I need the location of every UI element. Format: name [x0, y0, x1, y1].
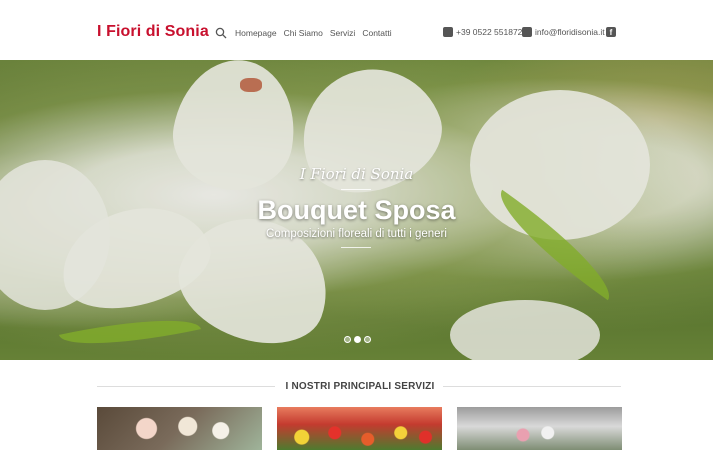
slider-dot-2[interactable] — [354, 336, 361, 343]
facebook-icon[interactable]: f — [606, 27, 616, 37]
nav-item-homepage[interactable]: Homepage — [235, 28, 277, 38]
nav-item-chi-siamo[interactable]: Chi Siamo — [284, 28, 323, 38]
service-card-flowers[interactable] — [277, 407, 442, 450]
site-logo[interactable]: I Fiori di Sonia — [97, 23, 209, 41]
divider — [97, 386, 275, 387]
hero-slider: I Fiori di Sonia Bouquet Sposa Composizi… — [0, 60, 713, 360]
slider-dot-1[interactable] — [344, 336, 351, 343]
hero-kicker: I Fiori di Sonia — [299, 165, 414, 183]
phone-contact[interactable]: +39 0522 551872 — [443, 27, 522, 37]
email-address: info@floridisonia.it — [535, 27, 605, 37]
nav-item-servizi[interactable]: Servizi — [330, 28, 356, 38]
services-heading: I NOSTRI PRINCIPALI SERVIZI — [285, 381, 435, 392]
divider — [341, 189, 371, 190]
email-contact[interactable]: info@floridisonia.it — [522, 27, 605, 37]
hero-title: Bouquet Sposa — [257, 195, 456, 225]
main-nav: Homepage Chi Siamo Servizi Contatti — [235, 28, 392, 38]
phone-icon — [443, 27, 453, 37]
service-card-events[interactable] — [457, 407, 622, 450]
nav-item-contatti[interactable]: Contatti — [362, 28, 391, 38]
service-card-bouquet[interactable] — [97, 407, 262, 450]
site-header: I Fiori di Sonia Homepage Chi Siamo Serv… — [0, 0, 720, 60]
slider-dots — [344, 336, 371, 343]
search-icon[interactable] — [215, 27, 227, 39]
hero-subtitle: Composizioni floreali di tutti i generi — [266, 228, 447, 240]
page: I Fiori di Sonia Homepage Chi Siamo Serv… — [0, 0, 720, 450]
mail-icon — [522, 27, 532, 37]
divider — [341, 247, 371, 248]
divider — [443, 386, 621, 387]
slider-dot-3[interactable] — [364, 336, 371, 343]
phone-number: +39 0522 551872 — [456, 27, 523, 37]
